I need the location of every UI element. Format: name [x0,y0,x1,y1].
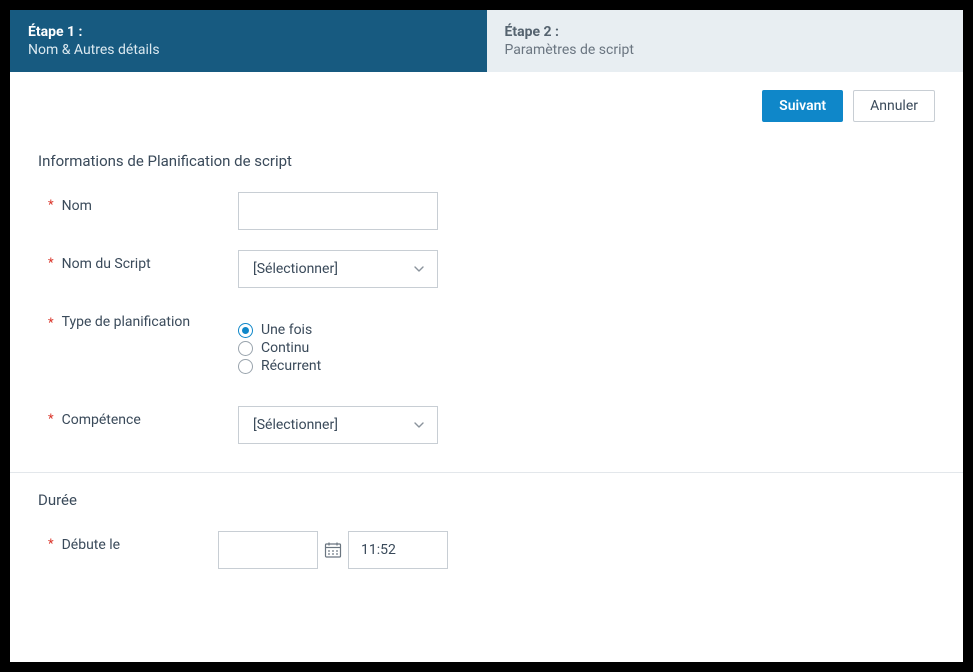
row-schedule-type: * Type de planification Une fois Continu [38,308,935,376]
step-2-tab[interactable]: Étape 2 : Paramètres de script [487,10,964,72]
start-time-input[interactable] [348,531,448,569]
radio-recurring[interactable]: Récurrent [238,358,935,374]
radio-recurring-label: Récurrent [261,358,321,374]
section-script-info: Informations de Planification de script … [10,134,963,472]
script-label: Nom du Script [62,256,151,272]
radio-once[interactable]: Une fois [238,322,935,338]
step-tabs: Étape 1 : Nom & Autres détails Étape 2 :… [10,10,963,72]
row-script: * Nom du Script [Sélectionner] [38,250,935,288]
required-marker: * [48,537,54,552]
skill-select-value: [Sélectionner] [253,417,338,433]
required-marker: * [48,412,54,427]
name-label: Nom [62,198,92,214]
required-marker: * [48,256,54,271]
row-start-date: * Débute le [38,531,935,569]
section-duration-title: Durée [38,491,935,509]
cancel-button[interactable]: Annuler [853,90,935,122]
radio-continuous-label: Continu [261,340,309,356]
skill-select[interactable]: [Sélectionner] [238,406,438,444]
action-bar: Suivant Annuler [10,72,963,134]
section-script-info-title: Informations de Planification de script [38,152,935,170]
wizard-window: Étape 1 : Nom & Autres détails Étape 2 :… [10,10,963,662]
name-input[interactable] [238,192,438,230]
radio-icon [238,323,253,338]
row-skill: * Compétence [Sélectionner] [38,406,935,444]
script-select-value: [Sélectionner] [253,261,338,277]
chevron-down-icon [413,419,425,431]
radio-continuous[interactable]: Continu [238,340,935,356]
radio-icon [238,359,253,374]
section-duration: Durée * Débute le [10,472,963,609]
radio-icon [238,341,253,356]
step-2-title: Étape 2 : [505,24,946,40]
schedule-type-label: Type de planification [62,314,190,330]
step-1-title: Étape 1 : [28,24,469,40]
step-2-subtitle: Paramètres de script [505,42,946,58]
required-marker: * [48,198,54,213]
step-1-tab[interactable]: Étape 1 : Nom & Autres détails [10,10,487,72]
calendar-icon[interactable] [324,541,342,559]
step-1-subtitle: Nom & Autres détails [28,42,469,58]
required-marker: * [48,314,54,331]
start-date-label: Débute le [62,537,121,553]
schedule-type-radio-group: Une fois Continu Récurrent [238,308,935,374]
chevron-down-icon [413,263,425,275]
next-button[interactable]: Suivant [762,90,843,122]
radio-once-label: Une fois [261,322,312,338]
skill-label: Compétence [62,412,141,428]
row-name: * Nom [38,192,935,230]
start-date-input[interactable] [218,531,318,569]
script-select[interactable]: [Sélectionner] [238,250,438,288]
